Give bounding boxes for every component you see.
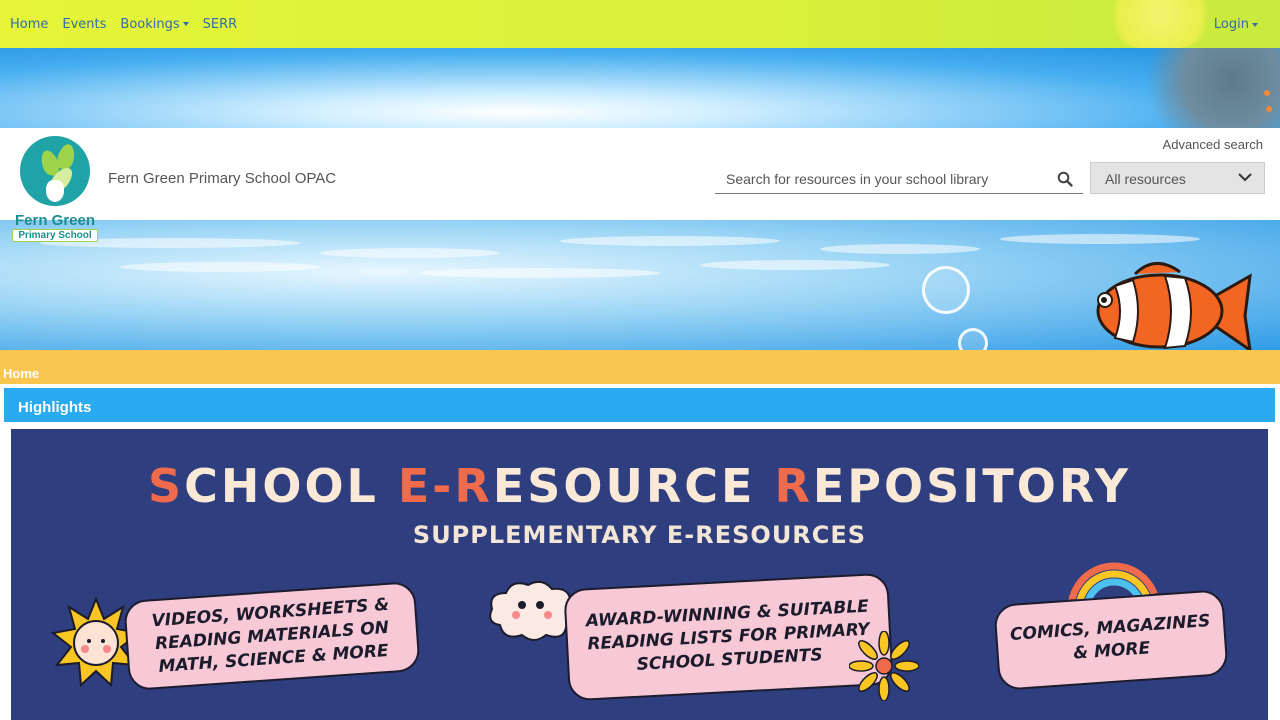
bubble-icon xyxy=(922,266,970,314)
chevron-down-icon xyxy=(1238,173,1252,182)
ocean-top-band xyxy=(0,48,1280,128)
search-bar xyxy=(715,164,1083,194)
wave-highlight xyxy=(560,236,780,246)
advanced-search-link[interactable]: Advanced search xyxy=(1163,137,1263,152)
promo-pill-reading-lists: AWARD-WINNING & SUITABLE READING LISTS F… xyxy=(563,572,894,702)
promo-title: SCHOOL E-RESOURCE REPOSITORY xyxy=(11,459,1268,513)
school-logo[interactable]: Fern Green Primary School xyxy=(12,136,98,246)
nav-serr-link[interactable]: SERR xyxy=(203,17,238,32)
breadcrumb: Home xyxy=(0,350,1280,384)
promo-title-part: E-R xyxy=(397,459,493,513)
promo-title-part: S xyxy=(147,459,185,513)
flower-icon xyxy=(849,631,919,701)
wave-highlight xyxy=(1000,234,1200,244)
resource-type-select[interactable]: All resources xyxy=(1090,162,1265,194)
highlights-title: Highlights xyxy=(18,399,92,416)
resource-type-selected: All resources xyxy=(1105,171,1186,187)
promo-subtitle: SUPPLEMENTARY E-RESOURCES xyxy=(412,521,867,549)
nav-serr-label: SERR xyxy=(202,16,238,32)
nav-home-link[interactable]: Home xyxy=(10,17,48,32)
wave-highlight xyxy=(820,244,980,254)
promo-title-part: R xyxy=(774,459,813,513)
logo-text: Fern Green Primary School xyxy=(12,212,98,242)
wave-highlight xyxy=(700,260,890,270)
coral-dot xyxy=(1266,106,1272,112)
top-navbar: Home Events Bookings SERR Login xyxy=(0,0,1280,50)
nav-bookings-dropdown[interactable]: Bookings xyxy=(120,16,189,32)
bubble-icon xyxy=(958,328,988,350)
nav-events-label: Events xyxy=(62,16,107,32)
logo-emblem xyxy=(20,136,90,206)
site-header: Fern Green Primary School Fern Green Pri… xyxy=(0,128,1280,242)
logo-line-1: Fern Green xyxy=(14,212,96,229)
logo-line-2: Primary School xyxy=(12,229,98,242)
clownfish-icon xyxy=(1096,262,1252,350)
promo-pill-comics: COMICS, MAGAZINES & MORE xyxy=(993,589,1229,691)
hand-icon xyxy=(46,180,64,202)
breadcrumb-home-link[interactable]: Home xyxy=(3,366,39,381)
promo-title-part: CHOOL xyxy=(184,459,398,513)
login-label: Login xyxy=(1213,17,1249,32)
site-title: Fern Green Primary School OPAC xyxy=(108,170,337,187)
nav-bookings-label: Bookings xyxy=(120,16,180,32)
coral-decoration xyxy=(1120,48,1280,128)
search-input[interactable] xyxy=(715,164,1055,193)
promo-title-part: EPOSITORY xyxy=(812,459,1132,513)
login-dropdown[interactable]: Login xyxy=(1214,17,1258,32)
nav-home-label: Home xyxy=(10,16,49,32)
wave-highlight xyxy=(320,248,500,258)
page: Home Events Bookings SERR Login Fern Gre… xyxy=(0,0,1280,720)
coral-dot xyxy=(1264,90,1270,96)
nav-events-link[interactable]: Events xyxy=(62,17,106,32)
search-icon[interactable] xyxy=(1057,171,1073,187)
highlights-header: Highlights xyxy=(4,388,1275,422)
caret-down-icon xyxy=(182,22,189,26)
serr-promo-banner[interactable]: SCHOOL E-RESOURCE REPOSITORY SUPPLEMENTA… xyxy=(11,429,1268,720)
wave-highlight xyxy=(420,268,660,278)
caret-down-icon xyxy=(1252,22,1258,27)
navbar-decoration xyxy=(1100,0,1220,50)
promo-pill-videos: VIDEOS, WORKSHEETS & READING MATERIALS O… xyxy=(123,580,421,692)
wave-highlight xyxy=(120,262,320,272)
promo-title-part: ESOURCE xyxy=(492,459,775,513)
